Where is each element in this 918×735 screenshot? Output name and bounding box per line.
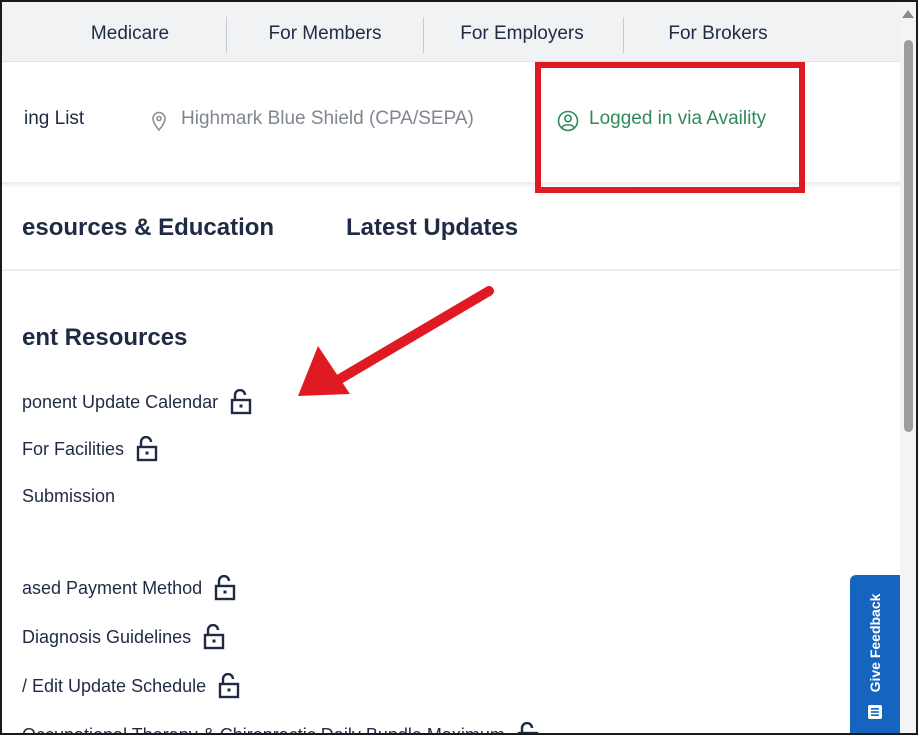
browser-viewport: Medicare For Members For Employers For B… xyxy=(0,0,918,735)
give-feedback-label: Give Feedback xyxy=(867,593,883,693)
scrollbar-thumb[interactable] xyxy=(904,40,913,432)
feedback-list-icon xyxy=(868,705,882,719)
annotation-arrow xyxy=(298,286,494,396)
give-feedback-button[interactable]: Give Feedback xyxy=(850,575,900,733)
scroll-up-arrow-icon[interactable] xyxy=(902,10,914,18)
